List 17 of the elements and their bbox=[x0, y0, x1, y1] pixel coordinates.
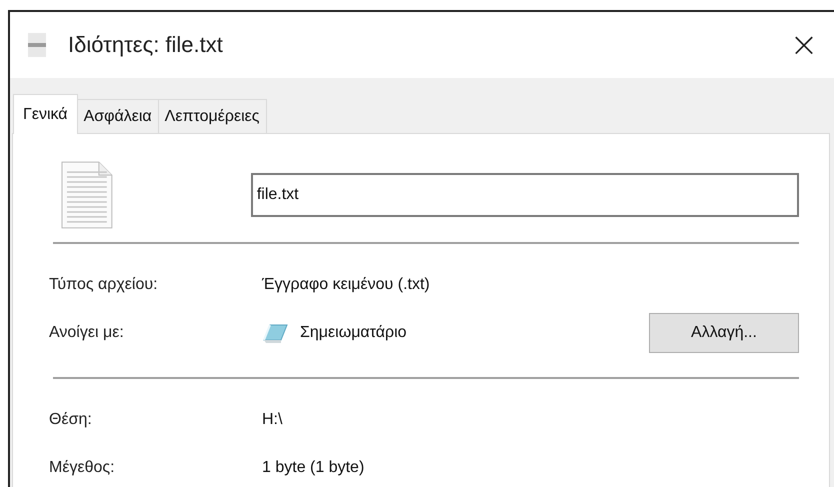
property-value: 1 byte (1 byte) bbox=[262, 459, 364, 477]
property-label: Τύπος αρχείου: bbox=[49, 276, 159, 294]
property-value: Έγγραφο κειμένου (.txt) bbox=[262, 276, 430, 294]
window-title: Ιδιότητες: file.txt bbox=[68, 32, 223, 58]
file-name-field[interactable]: file.txt bbox=[250, 173, 799, 217]
tab[interactable]: Λεπτομέρειες bbox=[158, 99, 267, 133]
property-value: H:\ bbox=[262, 411, 282, 429]
change-button[interactable]: Αλλαγή... bbox=[649, 313, 799, 353]
property-label: Θέση: bbox=[49, 411, 93, 429]
property-value: Σημειωματάριο bbox=[300, 324, 407, 342]
tab[interactable]: Γενικά bbox=[13, 94, 78, 134]
document-icon bbox=[61, 161, 113, 229]
close-button[interactable]: × bbox=[784, 25, 824, 65]
property-label: Μέγεθος: bbox=[49, 459, 116, 477]
property-label: Ανοίγει με: bbox=[49, 324, 125, 342]
notepad-icon bbox=[262, 322, 288, 344]
file-icon bbox=[28, 33, 46, 57]
